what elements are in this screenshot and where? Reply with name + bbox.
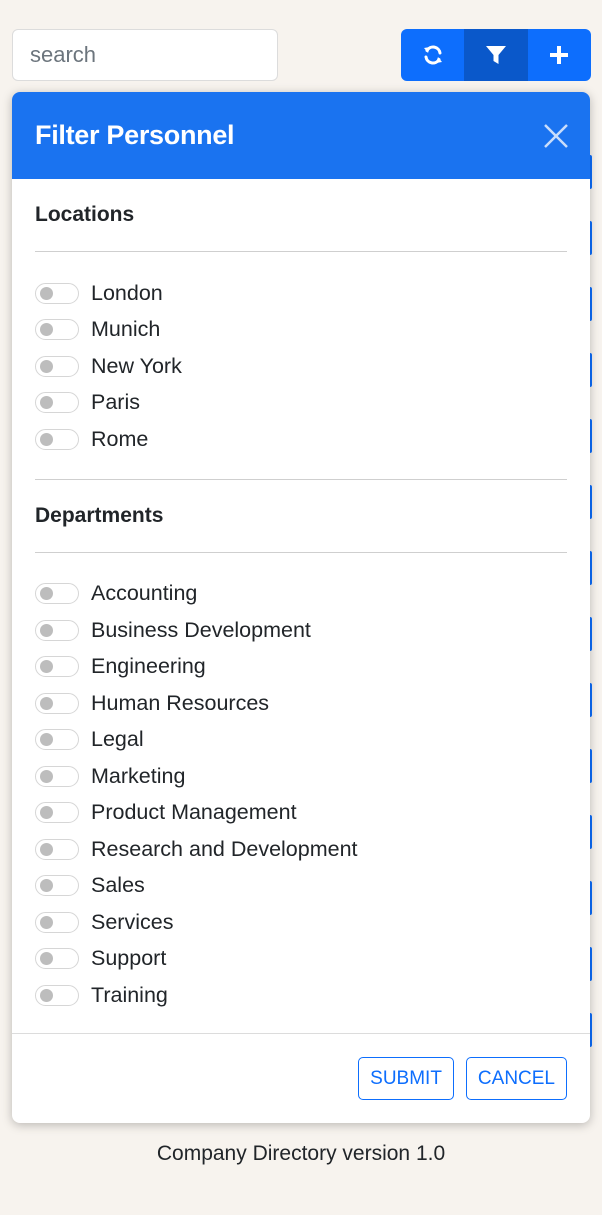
department-toggle[interactable] bbox=[35, 765, 79, 787]
departments-heading: Departments bbox=[35, 480, 567, 553]
department-option-marketing: Marketing bbox=[35, 758, 567, 795]
department-option-accounting: Accounting bbox=[35, 576, 567, 613]
option-label: Training bbox=[91, 982, 168, 1007]
department-toggle[interactable] bbox=[35, 838, 79, 860]
department-toggle[interactable] bbox=[35, 619, 79, 641]
department-option-sales: Sales bbox=[35, 868, 567, 905]
department-option-business-development: Business Development bbox=[35, 612, 567, 649]
search-input[interactable] bbox=[12, 29, 278, 81]
option-label: Services bbox=[91, 909, 174, 934]
department-option-research-and-development: Research and Development bbox=[35, 831, 567, 868]
department-option-legal: Legal bbox=[35, 722, 567, 759]
option-label: Munich bbox=[91, 317, 161, 342]
department-option-services: Services bbox=[35, 904, 567, 941]
filter-icon bbox=[485, 46, 506, 64]
option-label: Research and Development bbox=[91, 836, 358, 861]
option-label: Product Management bbox=[91, 800, 297, 825]
department-toggle[interactable] bbox=[35, 583, 79, 605]
location-toggle[interactable] bbox=[35, 282, 79, 304]
location-option-rome: Rome bbox=[35, 421, 567, 458]
modal-footer: SUBMIT CANCEL bbox=[12, 1033, 590, 1123]
department-toggle[interactable] bbox=[35, 692, 79, 714]
option-label: Legal bbox=[91, 727, 144, 752]
department-toggle[interactable] bbox=[35, 729, 79, 751]
location-toggle[interactable] bbox=[35, 355, 79, 377]
option-label: Human Resources bbox=[91, 690, 270, 715]
location-toggle[interactable] bbox=[35, 392, 79, 414]
locations-heading: Locations bbox=[35, 179, 567, 252]
cancel-button[interactable]: CANCEL bbox=[465, 1057, 567, 1100]
department-toggle[interactable] bbox=[35, 656, 79, 678]
department-option-human-resources: Human Resources bbox=[35, 685, 567, 722]
option-label: Paris bbox=[91, 390, 140, 415]
version-footer: Company Directory version 1.0 bbox=[156, 1142, 446, 1165]
location-option-new-york: New York bbox=[35, 348, 567, 385]
location-toggle[interactable] bbox=[35, 428, 79, 450]
department-toggle[interactable] bbox=[35, 984, 79, 1006]
option-label: Support bbox=[91, 946, 167, 971]
option-label: London bbox=[91, 280, 163, 305]
department-option-engineering: Engineering bbox=[35, 649, 567, 686]
option-label: Rome bbox=[91, 426, 149, 451]
submit-button[interactable]: SUBMIT bbox=[358, 1057, 454, 1100]
close-icon[interactable] bbox=[542, 122, 570, 150]
department-toggle[interactable] bbox=[35, 875, 79, 897]
modal-header: Filter Personnel bbox=[12, 92, 590, 179]
location-option-london: London bbox=[35, 275, 567, 312]
modal-body: Locations London Munich New York Paris R… bbox=[12, 179, 590, 1014]
add-button[interactable] bbox=[527, 29, 591, 81]
department-toggle[interactable] bbox=[35, 911, 79, 933]
refresh-button[interactable] bbox=[401, 29, 465, 81]
filter-modal: Filter Personnel Locations London Munich… bbox=[12, 92, 590, 1123]
department-option-product-management: Product Management bbox=[35, 795, 567, 832]
option-label: Sales bbox=[91, 873, 145, 898]
departments-list: Accounting Business Development Engineer… bbox=[35, 553, 567, 1014]
option-label: New York bbox=[91, 353, 182, 378]
department-toggle[interactable] bbox=[35, 948, 79, 970]
option-label: Marketing bbox=[91, 763, 186, 788]
option-label: Accounting bbox=[91, 581, 198, 606]
refresh-icon bbox=[423, 45, 442, 65]
location-option-munich: Munich bbox=[35, 312, 567, 349]
location-option-paris: Paris bbox=[35, 385, 567, 422]
department-toggle[interactable] bbox=[35, 802, 79, 824]
department-option-training: Training bbox=[35, 977, 567, 1014]
filter-button[interactable] bbox=[464, 29, 528, 81]
locations-list: London Munich New York Paris Rome bbox=[35, 252, 567, 480]
modal-title: Filter Personnel bbox=[35, 120, 235, 150]
option-label: Business Development bbox=[91, 617, 311, 642]
toolbar-button-group bbox=[401, 29, 591, 81]
option-label: Engineering bbox=[91, 654, 206, 679]
location-toggle[interactable] bbox=[35, 319, 79, 341]
plus-icon bbox=[550, 46, 569, 64]
department-option-support: Support bbox=[35, 941, 567, 978]
